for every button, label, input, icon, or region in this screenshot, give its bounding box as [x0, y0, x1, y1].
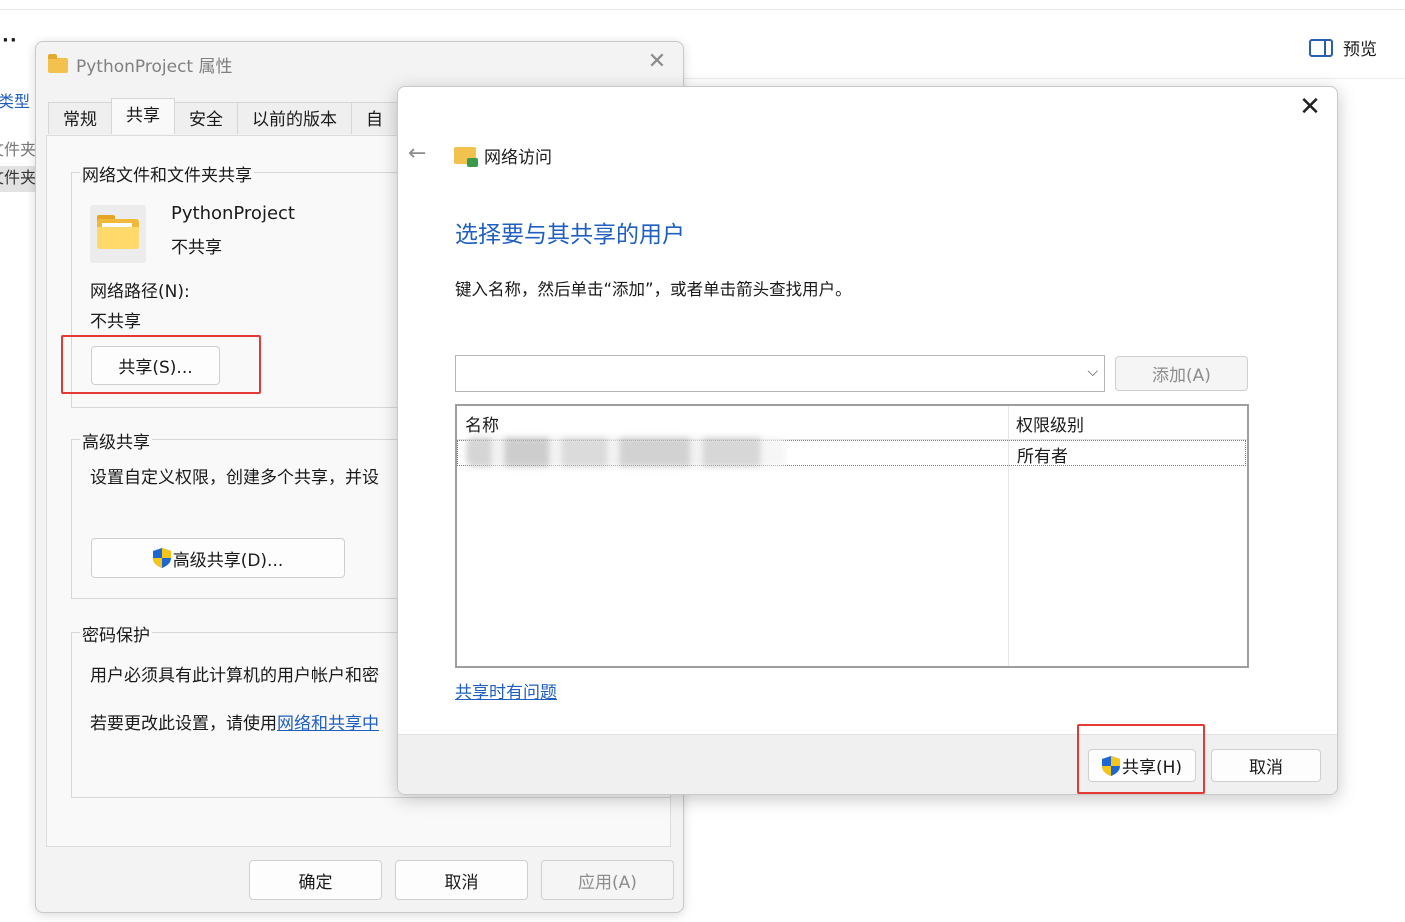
sharing-trouble-link[interactable]: 共享时有问题: [455, 678, 557, 703]
permission-level: 所有者: [1017, 447, 1068, 467]
apply-button[interactable]: 应用(A): [541, 860, 674, 900]
column-header-permission[interactable]: 权限级别: [1016, 411, 1084, 436]
password-description: 用户必须具有此计算机的用户帐户和密: [90, 666, 379, 686]
apply-button-label: 应用(A): [578, 872, 637, 893]
instruction-text: 键入名称，然后单击“添加”，或者单击箭头查找用户。: [455, 280, 852, 299]
advanced-sharing-legend: 高级共享: [80, 428, 152, 453]
properties-title-bar: PythonProject 属性: [48, 52, 233, 77]
more-options-button[interactable]: ··: [2, 30, 18, 51]
explorer-toolbar-divider: [680, 78, 1405, 79]
network-sharing-center-link[interactable]: 网络和共享中: [277, 714, 379, 734]
cancel-button-label: 取消: [1249, 758, 1283, 778]
close-icon[interactable]: ✕: [1297, 94, 1323, 121]
tab-previous-versions[interactable]: 以前的版本: [237, 102, 352, 134]
chevron-down-icon[interactable]: ⌵: [1087, 364, 1098, 380]
password-change-text: 若要更改此设置，请使用网络和共享中: [90, 709, 379, 734]
network-sharing-legend: 网络文件和文件夹共享: [80, 161, 254, 186]
close-icon[interactable]: ✕: [647, 51, 667, 73]
table-row[interactable]: 所有者: [457, 437, 1246, 467]
highlight-box: [61, 335, 261, 394]
preview-pane-icon: [1309, 38, 1333, 57]
file-row-type[interactable]: 文件夹: [0, 136, 36, 160]
properties-title: PythonProject 属性: [76, 57, 233, 77]
network-folder-icon: [454, 147, 478, 167]
user-name-combobox[interactable]: ⌵: [455, 355, 1105, 392]
highlight-box: [1077, 724, 1205, 794]
cancel-button-label: 取消: [444, 872, 479, 893]
password-protection-legend: 密码保护: [80, 621, 152, 646]
redacted-user-name: [466, 437, 786, 467]
tab-security[interactable]: 安全: [174, 102, 238, 134]
folder-name: PythonProject: [171, 203, 295, 224]
network-path-label: 网络路径(N):: [90, 282, 190, 302]
explorer-top-bar: [0, 0, 1405, 10]
preview-label: 预览: [1343, 40, 1377, 60]
network-access-dialog: ✕ ← 网络访问 选择要与其共享的用户 键入名称，然后单击“添加”，或者单击箭头…: [397, 86, 1338, 795]
tab-sharing[interactable]: 共享: [111, 98, 175, 134]
add-button-label: 添加(A): [1152, 366, 1211, 386]
advanced-sharing-description: 设置自定义权限，创建多个共享，并设: [90, 468, 379, 488]
folder-icon: [48, 54, 68, 73]
password-change-prefix: 若要更改此设置，请使用: [90, 714, 277, 734]
table-header: 名称 权限级别: [457, 406, 1247, 440]
advanced-sharing-button-label: 高级共享(D)...: [172, 550, 284, 571]
file-row-type-selected[interactable]: 文件夹: [0, 166, 36, 192]
network-path-value: 不共享: [90, 312, 141, 332]
column-header-name[interactable]: 名称: [465, 411, 499, 436]
network-access-title: 网络访问: [484, 148, 552, 168]
network-access-title-bar: 网络访问: [454, 143, 552, 168]
uac-shield-icon: [152, 548, 171, 568]
ok-button-label: 确定: [298, 872, 333, 893]
back-arrow-icon[interactable]: ←: [408, 141, 426, 166]
add-button[interactable]: 添加(A): [1115, 356, 1248, 391]
cancel-button[interactable]: 取消: [395, 860, 528, 900]
column-header-type[interactable]: 类型: [0, 88, 30, 112]
tab-customize[interactable]: 自: [351, 102, 398, 134]
folder-icon: [90, 205, 146, 263]
share-status: 不共享: [171, 238, 222, 258]
advanced-sharing-button[interactable]: 高级共享(D)...: [91, 538, 345, 578]
tab-general[interactable]: 常规: [48, 102, 112, 134]
ok-button[interactable]: 确定: [249, 860, 382, 900]
properties-tabs: 常规 共享 安全 以前的版本 自: [48, 98, 398, 136]
cancel-button[interactable]: 取消: [1211, 749, 1321, 782]
choose-users-heading: 选择要与其共享的用户: [455, 222, 685, 248]
preview-pane-button[interactable]: 预览: [1309, 35, 1377, 60]
user-permissions-table: 名称 权限级别 所有者: [455, 404, 1249, 668]
